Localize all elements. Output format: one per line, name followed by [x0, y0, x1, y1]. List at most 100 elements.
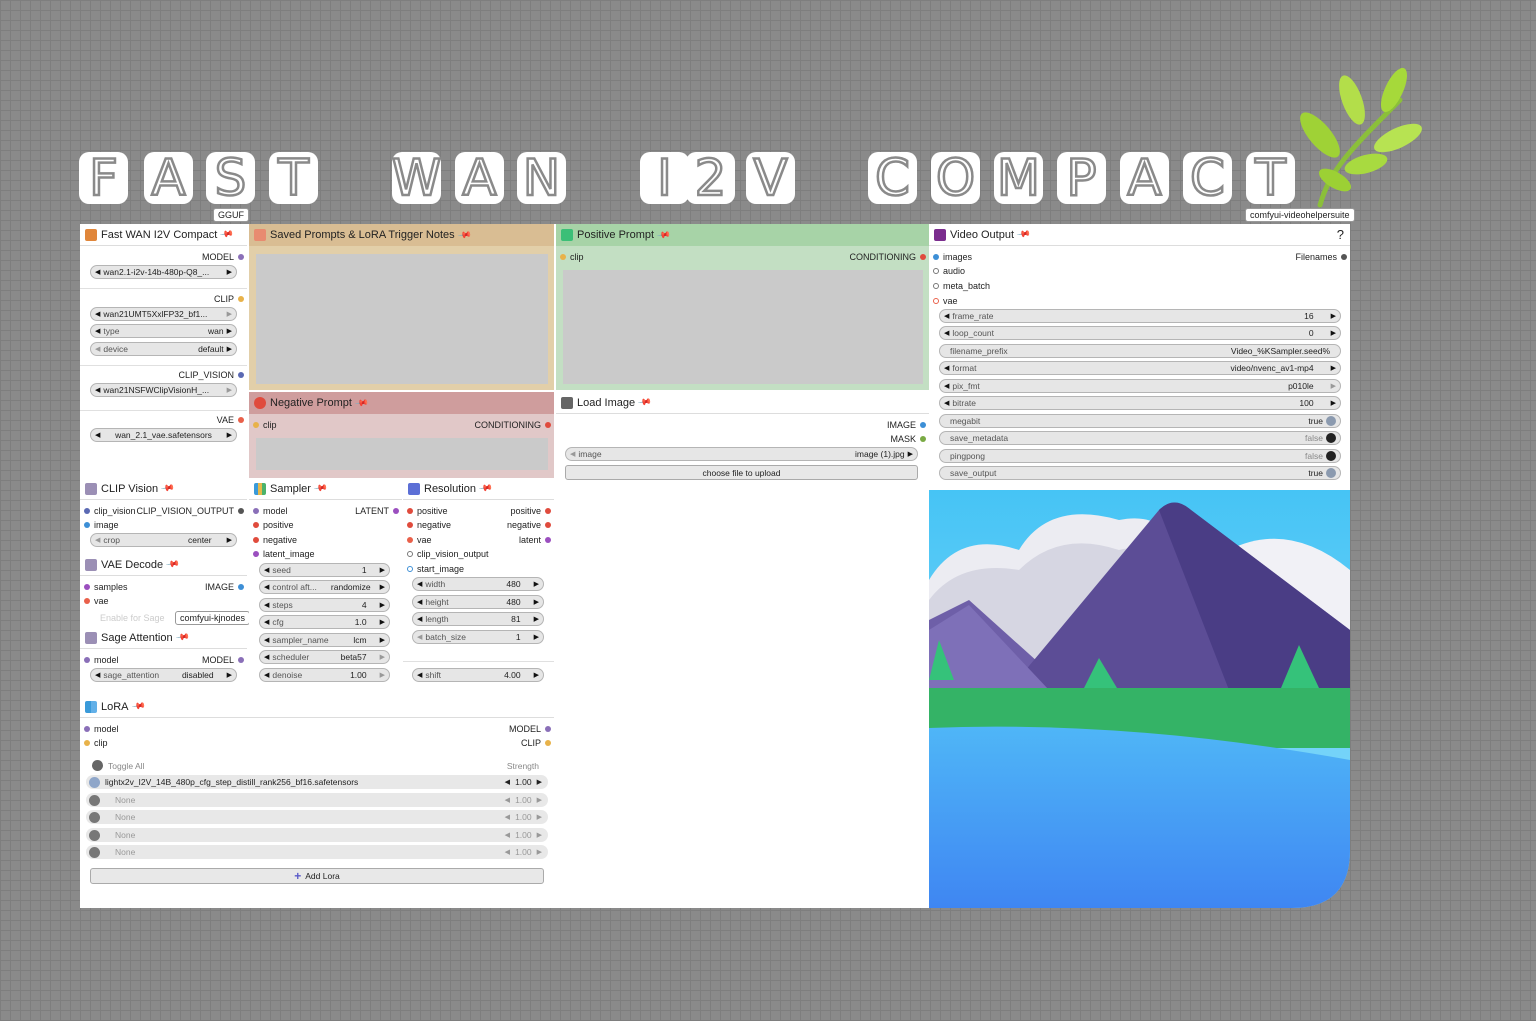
negative-prompt-header[interactable]: Negative Prompt 📌	[249, 392, 554, 414]
lora-toggle[interactable]	[89, 811, 100, 823]
pin-icon[interactable]: 📌	[130, 699, 146, 714]
clip-vision-input[interactable]: clip_vision	[84, 506, 136, 516]
steps-field[interactable]: ◀ steps 4 ▶	[259, 598, 390, 612]
seed-field[interactable]: ◀ seed 1 ▶	[259, 563, 390, 577]
model-output[interactable]: MODEL	[509, 724, 551, 734]
frame-rate-field[interactable]: ◀ frame_rate 16 ▶	[939, 309, 1341, 323]
audio-input[interactable]: audio	[933, 266, 965, 276]
clip-input[interactable]: clip	[253, 420, 277, 430]
clip-name-select[interactable]: ◀ wan21UMT5XxlFP32_bf1... ▶	[90, 307, 237, 321]
latent-output[interactable]: latent	[519, 535, 551, 545]
pin-icon[interactable]: 📌	[478, 481, 493, 496]
length-field[interactable]: ◀ length 81 ▶	[412, 612, 544, 626]
pin-icon[interactable]: 📌	[457, 227, 472, 242]
add-lora-button[interactable]: + Add Lora	[90, 868, 544, 884]
image-output[interactable]: IMAGE	[887, 420, 926, 430]
latent-output[interactable]: LATENT	[355, 506, 399, 516]
vae-output[interactable]: VAE	[217, 415, 244, 425]
positive-input[interactable]: positive	[407, 506, 448, 516]
width-field[interactable]: ◀ width 480 ▶	[412, 577, 544, 591]
sage-attention-header[interactable]: Sage Attention 📌	[80, 627, 247, 649]
clip-input[interactable]: clip	[84, 738, 108, 748]
lora-row[interactable]: None ◀ 1.00 ▶	[86, 828, 548, 842]
height-field[interactable]: ◀ height 480 ▶	[412, 595, 544, 609]
help-button[interactable]: ?	[1337, 227, 1344, 242]
model-output[interactable]: MODEL	[202, 655, 244, 665]
latent-image-input[interactable]: latent_image	[253, 549, 315, 559]
load-image-header[interactable]: Load Image 📌	[556, 392, 929, 414]
batch-size-field[interactable]: ◀ batch_size 1 ▶	[412, 630, 544, 644]
device-select[interactable]: ◀ device default ▶	[90, 342, 237, 356]
pingpong-toggle[interactable]: pingpong false	[939, 449, 1341, 463]
clip-input[interactable]: clip	[560, 252, 584, 262]
positive-prompt-header[interactable]: Positive Prompt 📌	[556, 224, 929, 246]
clip-vision-output-input[interactable]: clip_vision_output	[407, 549, 489, 559]
model-input[interactable]: model	[253, 506, 288, 516]
sampler-name-select[interactable]: ◀ sampler_name lcm ▶	[259, 633, 390, 647]
vae-input[interactable]: vae	[407, 535, 432, 545]
image-input[interactable]: image	[84, 520, 119, 530]
vae-input[interactable]: vae	[933, 296, 958, 306]
clip-vision-header[interactable]: CLIP Vision 📌	[80, 478, 247, 500]
lora-header[interactable]: LoRA 📌	[80, 696, 554, 718]
pin-icon[interactable]: 📌	[165, 557, 181, 572]
lora-toggle[interactable]	[89, 829, 100, 841]
image-output[interactable]: IMAGE	[205, 582, 244, 592]
positive-textarea[interactable]	[563, 270, 923, 384]
clip-vision-select[interactable]: ◀ wan21NSFWClipVisionH_... ▶	[90, 383, 237, 397]
pix-fmt-select[interactable]: ◀ pix_fmt p010le ▶	[939, 379, 1341, 393]
video-output-header[interactable]: Video Output 📌?	[929, 224, 1350, 246]
toggle-all[interactable]: Toggle All	[92, 760, 144, 771]
pin-icon[interactable]: 📌	[174, 630, 190, 645]
sampler-header[interactable]: Sampler 📌	[249, 478, 402, 500]
model-input[interactable]: model	[84, 724, 119, 734]
cfg-field[interactable]: ◀ cfg 1.0 ▶	[259, 615, 390, 629]
scheduler-select[interactable]: ◀ scheduler beta57 ▶	[259, 650, 390, 664]
control-after-generate-select[interactable]: ◀ control aft... randomize ▶	[259, 580, 390, 594]
vae-input[interactable]: vae	[84, 596, 109, 606]
lora-toggle[interactable]	[89, 776, 100, 788]
negative-input[interactable]: negative	[253, 535, 297, 545]
filename-prefix-field[interactable]: filename_prefix Video_%KSampler.seed%	[939, 344, 1341, 358]
negative-output[interactable]: negative	[507, 520, 551, 530]
clip-output[interactable]: CLIP	[521, 738, 551, 748]
pin-icon[interactable]: 📌	[160, 481, 176, 496]
format-select[interactable]: ◀ format video/nvenc_av1-mp4 ▶	[939, 361, 1341, 375]
crop-select[interactable]: ◀ crop center ▶	[90, 533, 237, 547]
model-input[interactable]: model	[84, 655, 119, 665]
notes-textarea[interactable]	[256, 254, 548, 384]
save-metadata-toggle[interactable]: save_metadata false	[939, 431, 1341, 445]
lora-toggle[interactable]	[89, 794, 100, 806]
clip-output[interactable]: CLIP	[214, 294, 244, 304]
pin-icon[interactable]: 📌	[1016, 227, 1031, 242]
lora-toggle[interactable]	[89, 846, 100, 858]
loader-header[interactable]: Fast WAN I2V Compact 📌	[80, 224, 247, 246]
pin-icon[interactable]: 📌	[656, 227, 671, 242]
upload-button[interactable]: choose file to upload	[565, 465, 918, 480]
pin-icon[interactable]: 📌	[313, 481, 328, 496]
loop-count-field[interactable]: ◀ loop_count 0 ▶	[939, 326, 1341, 340]
filenames-output[interactable]: Filenames	[1295, 252, 1347, 262]
positive-output[interactable]: positive	[510, 506, 551, 516]
positive-input[interactable]: positive	[253, 520, 294, 530]
clip-type-select[interactable]: ◀ type wan ▶	[90, 324, 237, 338]
image-select[interactable]: ◀ image image (1).jpg ▶	[565, 447, 918, 461]
negative-input[interactable]: negative	[407, 520, 451, 530]
pin-icon[interactable]: 📌	[354, 395, 369, 410]
vae-decode-header[interactable]: VAE Decode 📌	[80, 554, 247, 576]
clip-vision-output[interactable]: CLIP_VISION	[178, 370, 244, 380]
pin-icon[interactable]: 📌	[219, 227, 235, 242]
resolution-header[interactable]: Resolution 📌	[403, 478, 554, 500]
negative-textarea[interactable]	[256, 438, 548, 470]
unet-name-select[interactable]: ◀ wan2.1-i2v-14b-480p-Q8_... ▶	[90, 265, 237, 279]
lora-row[interactable]: None ◀ 1.00 ▶	[86, 793, 548, 807]
megabit-toggle[interactable]: megabit true	[939, 414, 1341, 428]
clip-vision-output[interactable]: CLIP_VISION_OUTPUT	[136, 506, 244, 516]
bitrate-field[interactable]: ◀ bitrate 100 ▶	[939, 396, 1341, 410]
mask-output[interactable]: MASK	[890, 434, 926, 444]
shift-field[interactable]: ◀ shift 4.00 ▶	[412, 668, 544, 682]
lora-row[interactable]: None ◀ 1.00 ▶	[86, 845, 548, 859]
vae-select[interactable]: ◀ wan_2.1_vae.safetensors ▶	[90, 428, 237, 442]
pin-icon[interactable]: 📌	[637, 395, 653, 410]
conditioning-output[interactable]: CONDITIONING	[850, 252, 926, 262]
